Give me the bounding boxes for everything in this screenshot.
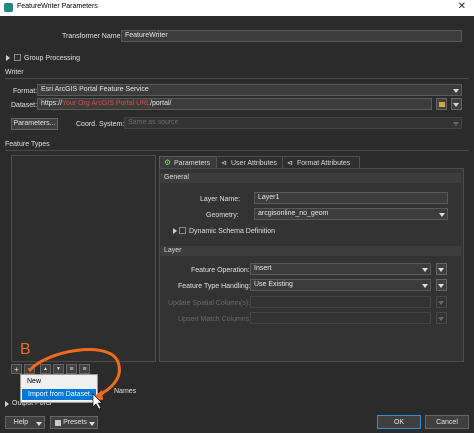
annotation-arrow xyxy=(28,348,121,398)
cancel-button[interactable]: Cancel xyxy=(425,415,469,429)
ok-button[interactable]: OK xyxy=(377,415,421,429)
help-button[interactable]: Help xyxy=(5,416,45,429)
help-label: Help xyxy=(13,419,29,426)
chevron-down-icon xyxy=(36,422,42,426)
chevron-down-icon xyxy=(89,422,95,426)
presets-icon xyxy=(55,420,61,426)
presets-button[interactable]: Presets xyxy=(50,416,98,429)
annotation-overlay xyxy=(28,348,121,410)
presets-label: Presets xyxy=(63,419,87,426)
